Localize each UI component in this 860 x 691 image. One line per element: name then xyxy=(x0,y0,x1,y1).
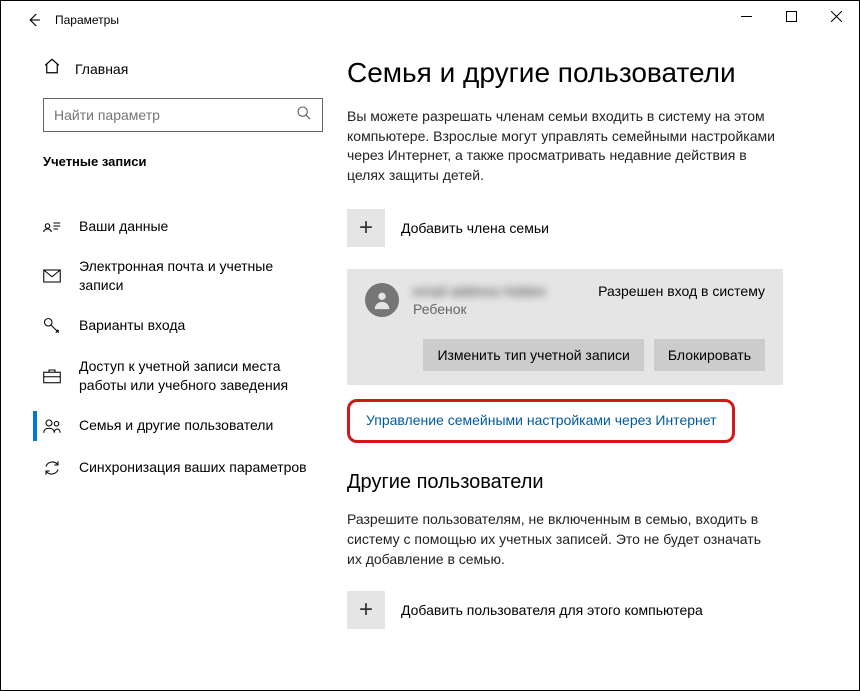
search-input[interactable] xyxy=(54,107,296,123)
block-button[interactable]: Блокировать xyxy=(654,339,765,371)
sidebar: Главная Учетные записи Ваши данные xyxy=(1,39,339,690)
other-users-heading: Другие пользователи xyxy=(347,471,819,494)
home-label: Главная xyxy=(75,61,128,77)
sidebar-item-signin-options[interactable]: Варианты входа xyxy=(43,305,321,347)
add-other-user-row[interactable]: + Добавить пользователя для этого компью… xyxy=(347,591,819,629)
member-actions: Изменить тип учетной записи Блокировать xyxy=(365,317,765,385)
manage-online-link[interactable]: Управление семейными настройками через И… xyxy=(366,412,716,428)
nav-group-title: Учетные записи xyxy=(43,154,321,169)
change-account-type-button[interactable]: Изменить тип учетной записи xyxy=(423,339,643,371)
close-button[interactable] xyxy=(814,1,859,31)
mail-icon xyxy=(43,269,61,283)
content-pane: Семья и другие пользователи Вы можете ра… xyxy=(339,39,859,690)
back-button[interactable] xyxy=(19,5,49,35)
window-title: Параметры xyxy=(55,13,119,27)
member-role: Ребенок xyxy=(413,301,584,317)
plus-icon: + xyxy=(347,591,385,629)
sidebar-item-email[interactable]: Электронная почта и учетные записи xyxy=(43,247,321,305)
sidebar-item-label: Электронная почта и учетные записи xyxy=(79,257,321,295)
member-info: email address hidden Ребенок xyxy=(413,283,584,317)
member-status: Разрешен вход в систему xyxy=(598,283,765,299)
home-nav[interactable]: Главная xyxy=(43,57,321,80)
page-description: Вы можете разрешать членам семьи входить… xyxy=(347,107,777,185)
briefcase-icon xyxy=(43,368,61,384)
family-member-card[interactable]: email address hidden Ребенок Разрешен вх… xyxy=(347,269,783,385)
settings-window: { "title": "Параметры", "home_label": "Г… xyxy=(0,0,860,691)
people-icon xyxy=(43,418,61,434)
plus-icon: + xyxy=(347,209,385,247)
other-users-description: Разрешите пользователям, не включенным в… xyxy=(347,510,767,569)
avatar-icon xyxy=(365,283,399,317)
home-icon xyxy=(43,57,61,80)
member-top: email address hidden Ребенок Разрешен вх… xyxy=(365,283,765,317)
search-icon xyxy=(296,105,312,126)
sidebar-item-label: Синхронизация ваших параметров xyxy=(79,458,307,477)
sidebar-item-sync[interactable]: Синхронизация ваших параметров xyxy=(43,447,321,489)
add-family-label: Добавить члена семьи xyxy=(401,220,549,236)
maximize-button[interactable] xyxy=(769,1,814,31)
sidebar-item-label: Ваши данные xyxy=(79,217,168,236)
sidebar-item-label: Семья и другие пользователи xyxy=(79,416,273,435)
search-box[interactable] xyxy=(43,98,323,132)
window-controls xyxy=(724,1,859,31)
person-card-icon xyxy=(43,219,61,233)
sidebar-item-family[interactable]: Семья и другие пользователи xyxy=(43,405,321,447)
titlebar: Параметры xyxy=(1,1,859,39)
sidebar-item-your-info[interactable]: Ваши данные xyxy=(43,205,321,247)
page-heading: Семья и другие пользователи xyxy=(347,57,819,89)
sidebar-item-work-access[interactable]: Доступ к учетной записи места работы или… xyxy=(43,347,321,405)
minimize-button[interactable] xyxy=(724,1,769,31)
manage-online-link-highlight: Управление семейными настройками через И… xyxy=(347,399,735,443)
sidebar-item-label: Варианты входа xyxy=(79,316,185,335)
member-email: email address hidden xyxy=(413,283,584,299)
sync-icon xyxy=(43,459,61,477)
key-icon xyxy=(43,317,61,335)
sidebar-item-label: Доступ к учетной записи места работы или… xyxy=(79,357,321,395)
body: Главная Учетные записи Ваши данные xyxy=(1,39,859,690)
add-family-row[interactable]: + Добавить члена семьи xyxy=(347,209,819,247)
add-other-user-label: Добавить пользователя для этого компьюте… xyxy=(401,602,703,618)
